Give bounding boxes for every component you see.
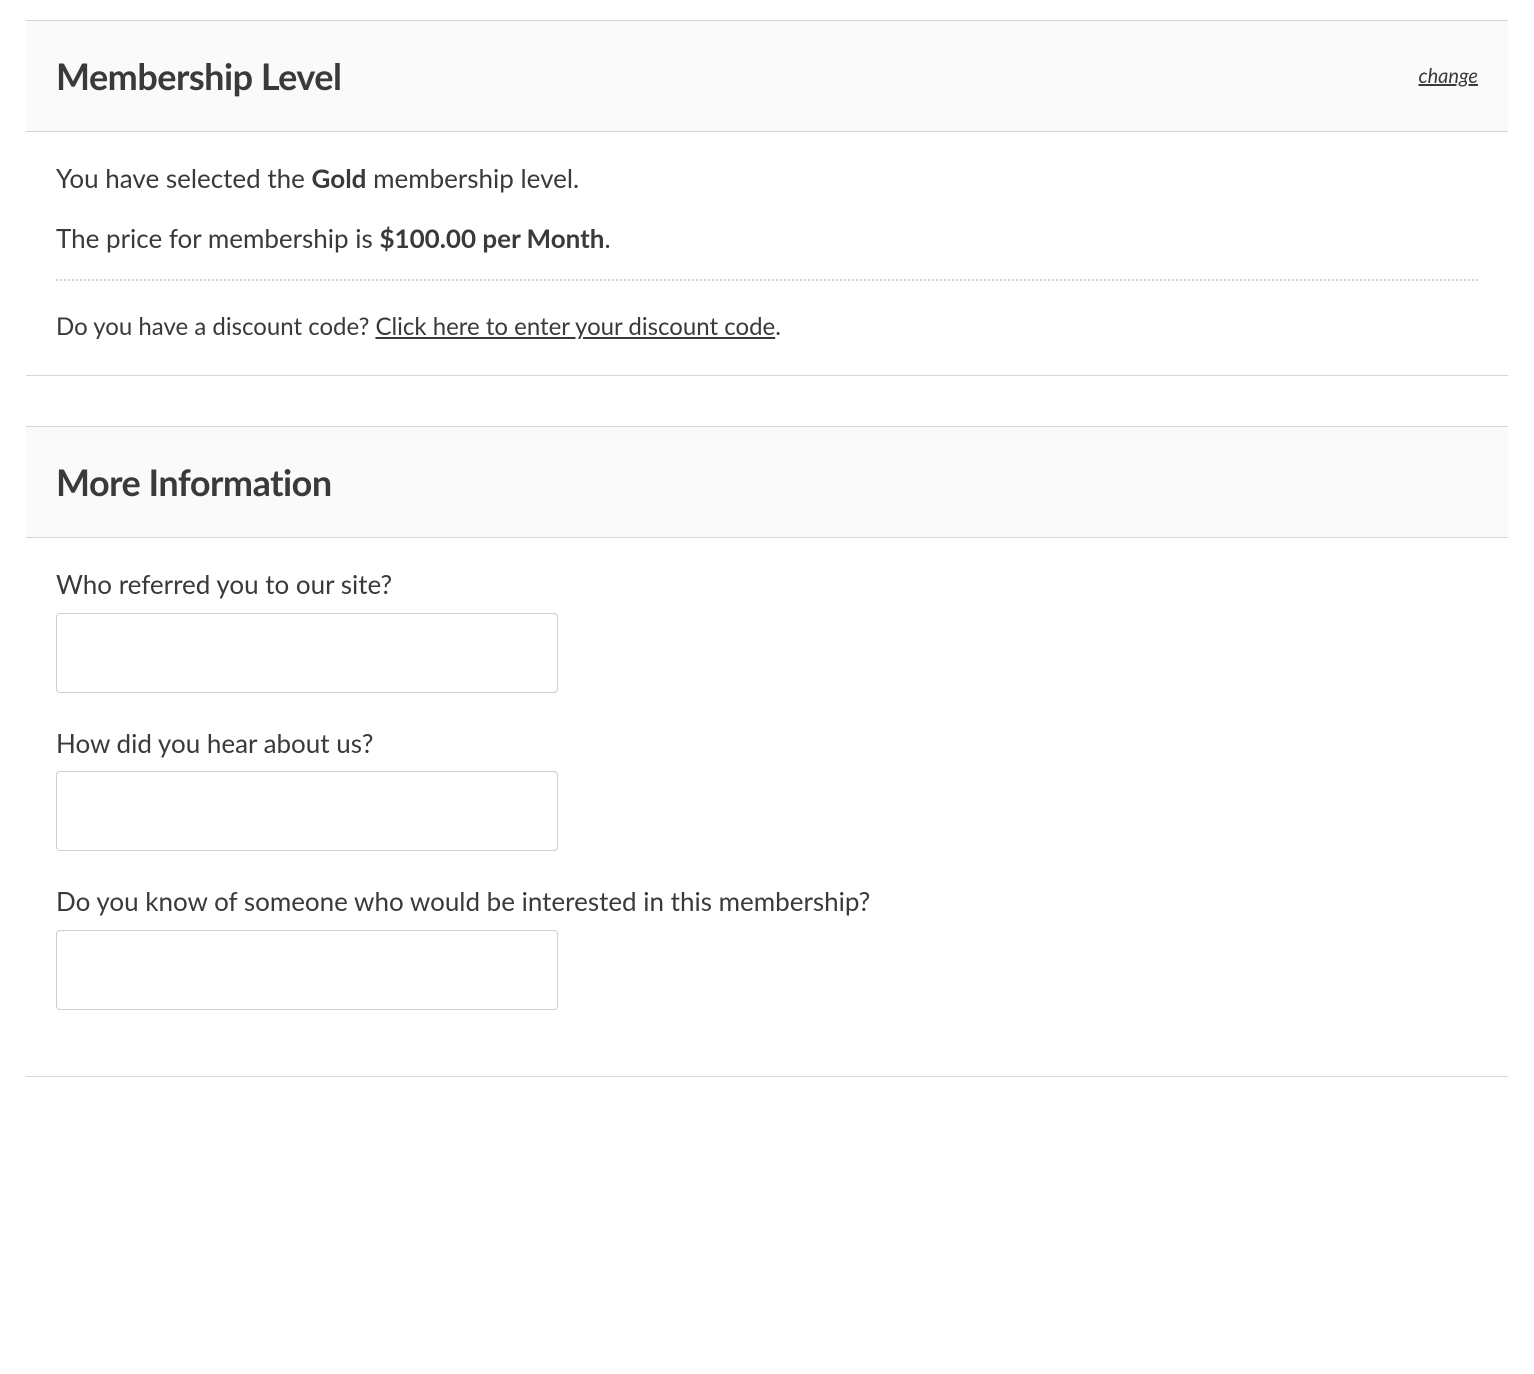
membership-level-body: You have selected the Gold membership le…: [26, 132, 1508, 375]
selected-level-prefix: You have selected the: [56, 162, 312, 194]
referred-input[interactable]: [56, 613, 558, 693]
more-information-title: More Information: [56, 455, 332, 509]
section-spacer: [26, 376, 1508, 426]
interested-input[interactable]: [56, 930, 558, 1010]
membership-level-header: Membership Level change: [26, 21, 1508, 132]
referred-field-group: Who referred you to our site?: [56, 566, 1478, 692]
selected-level-suffix: membership level.: [366, 162, 579, 194]
price-suffix: .: [604, 222, 610, 254]
discount-code-row: Do you have a discount code? Click here …: [56, 309, 1478, 345]
discount-code-link[interactable]: Click here to enter your discount code: [375, 312, 775, 341]
hear-about-label: How did you hear about us?: [56, 725, 1478, 761]
price-value: $100.00 per Month: [379, 222, 604, 254]
price-prefix: The price for membership is: [56, 222, 379, 254]
selected-level-name: Gold: [312, 162, 367, 194]
hear-about-input[interactable]: [56, 771, 558, 851]
referred-label: Who referred you to our site?: [56, 566, 1478, 602]
membership-level-section: Membership Level change You have selecte…: [26, 20, 1508, 376]
discount-suffix: .: [775, 312, 781, 341]
discount-question-text: Do you have a discount code?: [56, 312, 375, 341]
interested-label: Do you know of someone who would be inte…: [56, 883, 1478, 919]
change-level-link[interactable]: change: [1418, 61, 1478, 91]
price-text: The price for membership is $100.00 per …: [56, 220, 1478, 258]
selected-level-text: You have selected the Gold membership le…: [56, 160, 1478, 198]
interested-field-group: Do you know of someone who would be inte…: [56, 883, 1478, 1009]
membership-level-title: Membership Level: [56, 49, 341, 103]
more-information-body: Who referred you to our site? How did yo…: [26, 538, 1508, 1075]
hear-about-field-group: How did you hear about us?: [56, 725, 1478, 851]
dotted-divider: [56, 279, 1478, 281]
more-information-section: More Information Who referred you to our…: [26, 426, 1508, 1076]
more-information-header: More Information: [26, 427, 1508, 538]
